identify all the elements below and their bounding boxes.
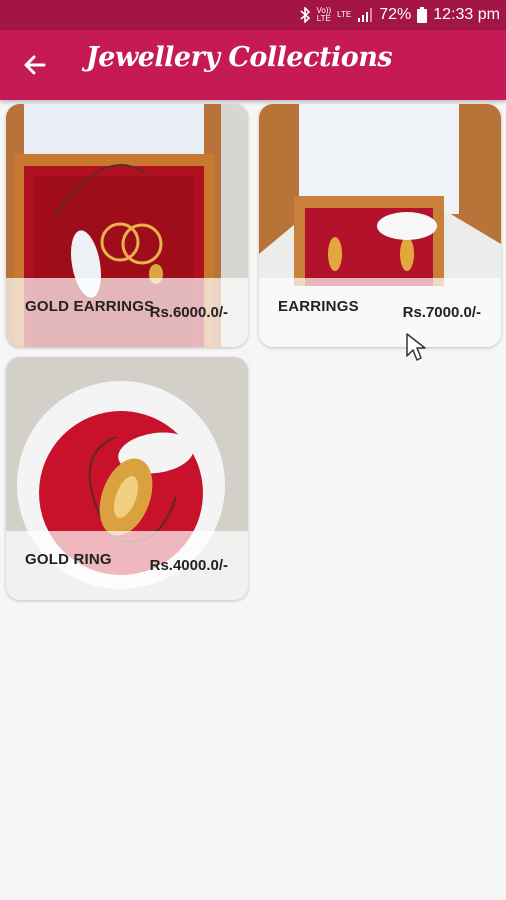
volte-indicator: Vo)) LTE (317, 7, 332, 23)
product-name: EARRINGS (278, 298, 359, 315)
product-price: Rs.6000.0/- (149, 304, 228, 321)
product-name: GOLD EARRINGS (25, 298, 155, 315)
product-price: Rs.4000.0/- (149, 557, 228, 574)
bluetooth-icon (299, 7, 311, 23)
battery-percent: 72% (379, 6, 412, 23)
lte-indicator: LTE (337, 10, 352, 19)
product-card-gold-ring[interactable]: GOLD RING Rs.4000.0/- (6, 357, 248, 600)
product-name: GOLD RING (25, 551, 112, 568)
product-card-earrings[interactable]: EARRINGS Rs.7000.0/- (259, 104, 501, 347)
mouse-cursor-icon (406, 333, 426, 361)
status-bar: Vo)) LTE LTE 72% 12:33 pm (0, 0, 506, 30)
signal-icon (357, 8, 373, 22)
product-price: Rs.7000.0/- (402, 304, 481, 321)
page-title: Jewellery Collections (86, 42, 393, 73)
battery-icon (417, 7, 428, 23)
clock: 12:33 pm (433, 6, 500, 23)
volte-sub-label: LTE (316, 14, 331, 23)
back-button[interactable] (20, 50, 50, 80)
app-bar: Jewellery Collections (0, 30, 506, 100)
product-card-gold-earrings[interactable]: GOLD EARRINGS Rs.6000.0/- (6, 104, 248, 347)
arrow-left-icon (24, 55, 46, 75)
